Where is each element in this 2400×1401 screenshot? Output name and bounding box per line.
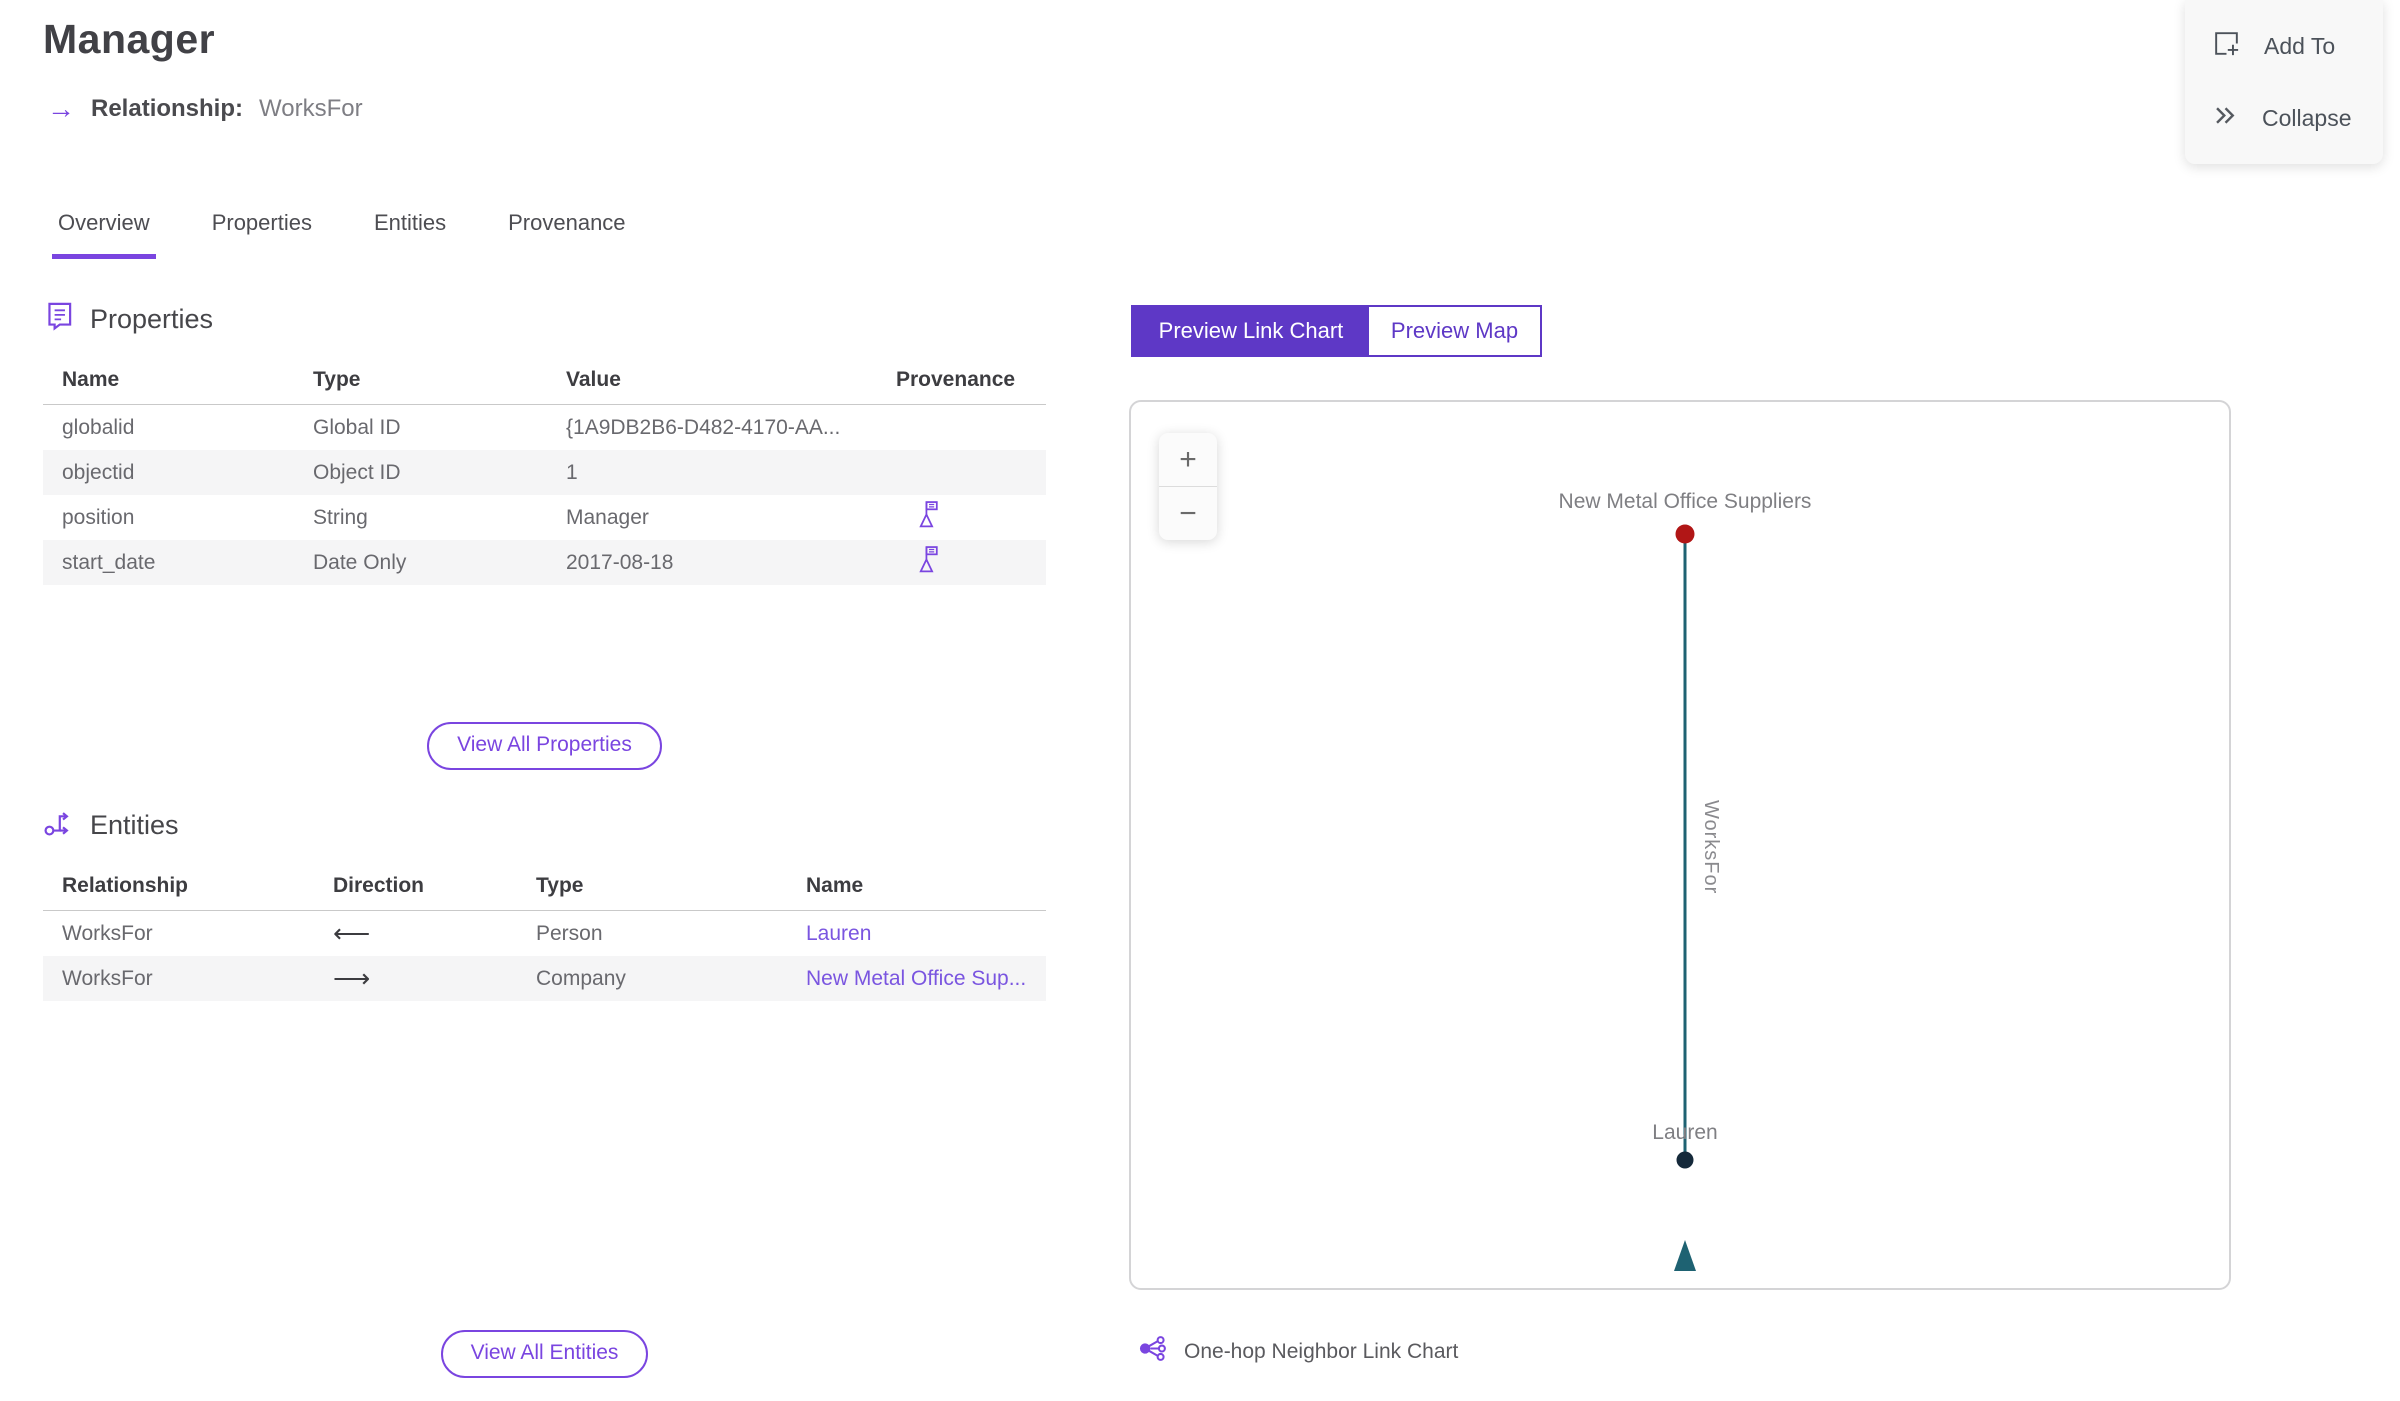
column-header: Relationship [62,874,189,897]
column-header: Name [806,874,864,897]
entities-table: Relationship Direction Type Name WorksFo… [43,864,1046,1001]
table-row: WorksFor ⟵ Person Lauren [43,911,1046,956]
preview-link-chart-toggle[interactable]: Preview Link Chart [1133,307,1369,355]
property-name: start_date [62,550,156,574]
property-value: Manager [566,505,649,529]
view-all-properties-wrap: View All Properties [43,722,1046,770]
property-name: position [62,505,135,529]
node-company-dot[interactable] [1675,524,1695,544]
relationship-value: WorksFor [259,95,363,122]
link-chart-panel: + − New Metal Office Suppliers WorksFor … [1129,400,2231,1290]
edge-arrow-up-icon [1674,1240,1696,1271]
relationship-label: Relationship: [91,95,244,122]
zoom-in-button[interactable]: + [1159,433,1217,486]
zoom-out-button[interactable]: − [1159,487,1217,540]
tab-provenance[interactable]: Provenance [502,210,631,259]
property-type: Global ID [313,415,401,439]
preview-map-toggle[interactable]: Preview Map [1369,307,1540,355]
column-header: Direction [333,874,425,897]
property-value: {1A9DB2B6-D482-4170-AA... [566,415,841,439]
column-header: Value [566,368,621,391]
add-to-label: Add To [2264,33,2336,59]
view-all-entities-wrap: View All Entities [43,1330,1046,1378]
add-to-button[interactable]: Add To [2185,28,2383,65]
chart-caption: One-hop Neighbor Link Chart [1138,1333,1458,1370]
actions-card: Add To Collapse [2185,0,2383,164]
column-header: Type [313,368,361,391]
zoom-control: + − [1159,433,1217,540]
node-person-dot[interactable] [1676,1151,1694,1169]
table-row: objectid Object ID 1 [43,450,1046,495]
entity-name-link[interactable]: New Metal Office Sup... [806,967,1026,991]
entities-section-heading: Entities [43,806,179,844]
view-all-properties-button[interactable]: View All Properties [427,722,662,770]
entity-name-link[interactable]: Lauren [806,922,871,946]
tab-properties[interactable]: Properties [206,210,318,259]
column-header: Name [62,368,120,391]
add-to-icon [2211,28,2242,65]
table-row: WorksFor ⟶ Company New Metal Office Sup.… [43,956,1046,1001]
one-hop-neighbor-icon [1138,1333,1169,1370]
properties-table-header: Name Type Value Provenance [43,358,1046,405]
entity-relationship: WorksFor [62,921,153,945]
collapse-button[interactable]: Collapse [2185,101,2383,136]
table-row: globalid Global ID {1A9DB2B6-D482-4170-A… [43,405,1046,450]
collapse-label: Collapse [2262,105,2352,131]
properties-table: Name Type Value Provenance globalid Glob… [43,358,1046,585]
properties-section-heading: Properties [43,300,213,338]
relationship-arrow-icon: → [47,93,75,124]
tab-overview[interactable]: Overview [52,210,156,259]
provenance-flag-icon[interactable] [916,500,941,535]
edge-label-worksfor: WorksFor [1700,800,1722,895]
direction-arrow-left-icon: ⟵ [333,918,371,948]
table-row: start_date Date Only 2017-08-18 [43,540,1046,585]
node-label-person: Lauren [1652,1121,1718,1144]
entity-type: Company [536,966,626,990]
property-name: objectid [62,460,135,484]
entities-icon [43,806,74,844]
edge-line-worksfor [1683,543,1687,1160]
property-name: globalid [62,415,135,439]
entity-relationship: WorksFor [62,966,153,990]
properties-heading-label: Properties [90,303,214,334]
properties-icon [43,300,74,338]
tab-bar: Overview Properties Entities Provenance [52,210,632,259]
property-value: 2017-08-18 [566,550,674,574]
property-type: String [313,505,368,529]
chart-caption-label: One-hop Neighbor Link Chart [1184,1339,1459,1363]
property-type: Object ID [313,460,401,484]
entities-heading-label: Entities [90,809,179,840]
node-label-company: New Metal Office Suppliers [1558,490,1812,513]
page-title: Manager [43,16,216,62]
direction-arrow-right-icon: ⟶ [333,963,371,993]
view-all-entities-button[interactable]: View All Entities [440,1330,649,1378]
entity-type: Person [536,921,603,945]
provenance-flag-icon[interactable] [916,545,941,580]
relationship-subtitle: → Relationship: WorksFor [47,95,363,123]
tab-entities[interactable]: Entities [368,210,452,259]
preview-toggle-group: Preview Link Chart Preview Map [1131,305,1542,357]
table-row: position String Manager [43,495,1046,540]
entities-table-header: Relationship Direction Type Name [43,864,1046,911]
property-value: 1 [566,460,578,484]
column-header: Provenance [896,368,1016,391]
column-header: Type [536,874,584,897]
collapse-icon [2211,101,2240,136]
property-type: Date Only [313,550,407,574]
